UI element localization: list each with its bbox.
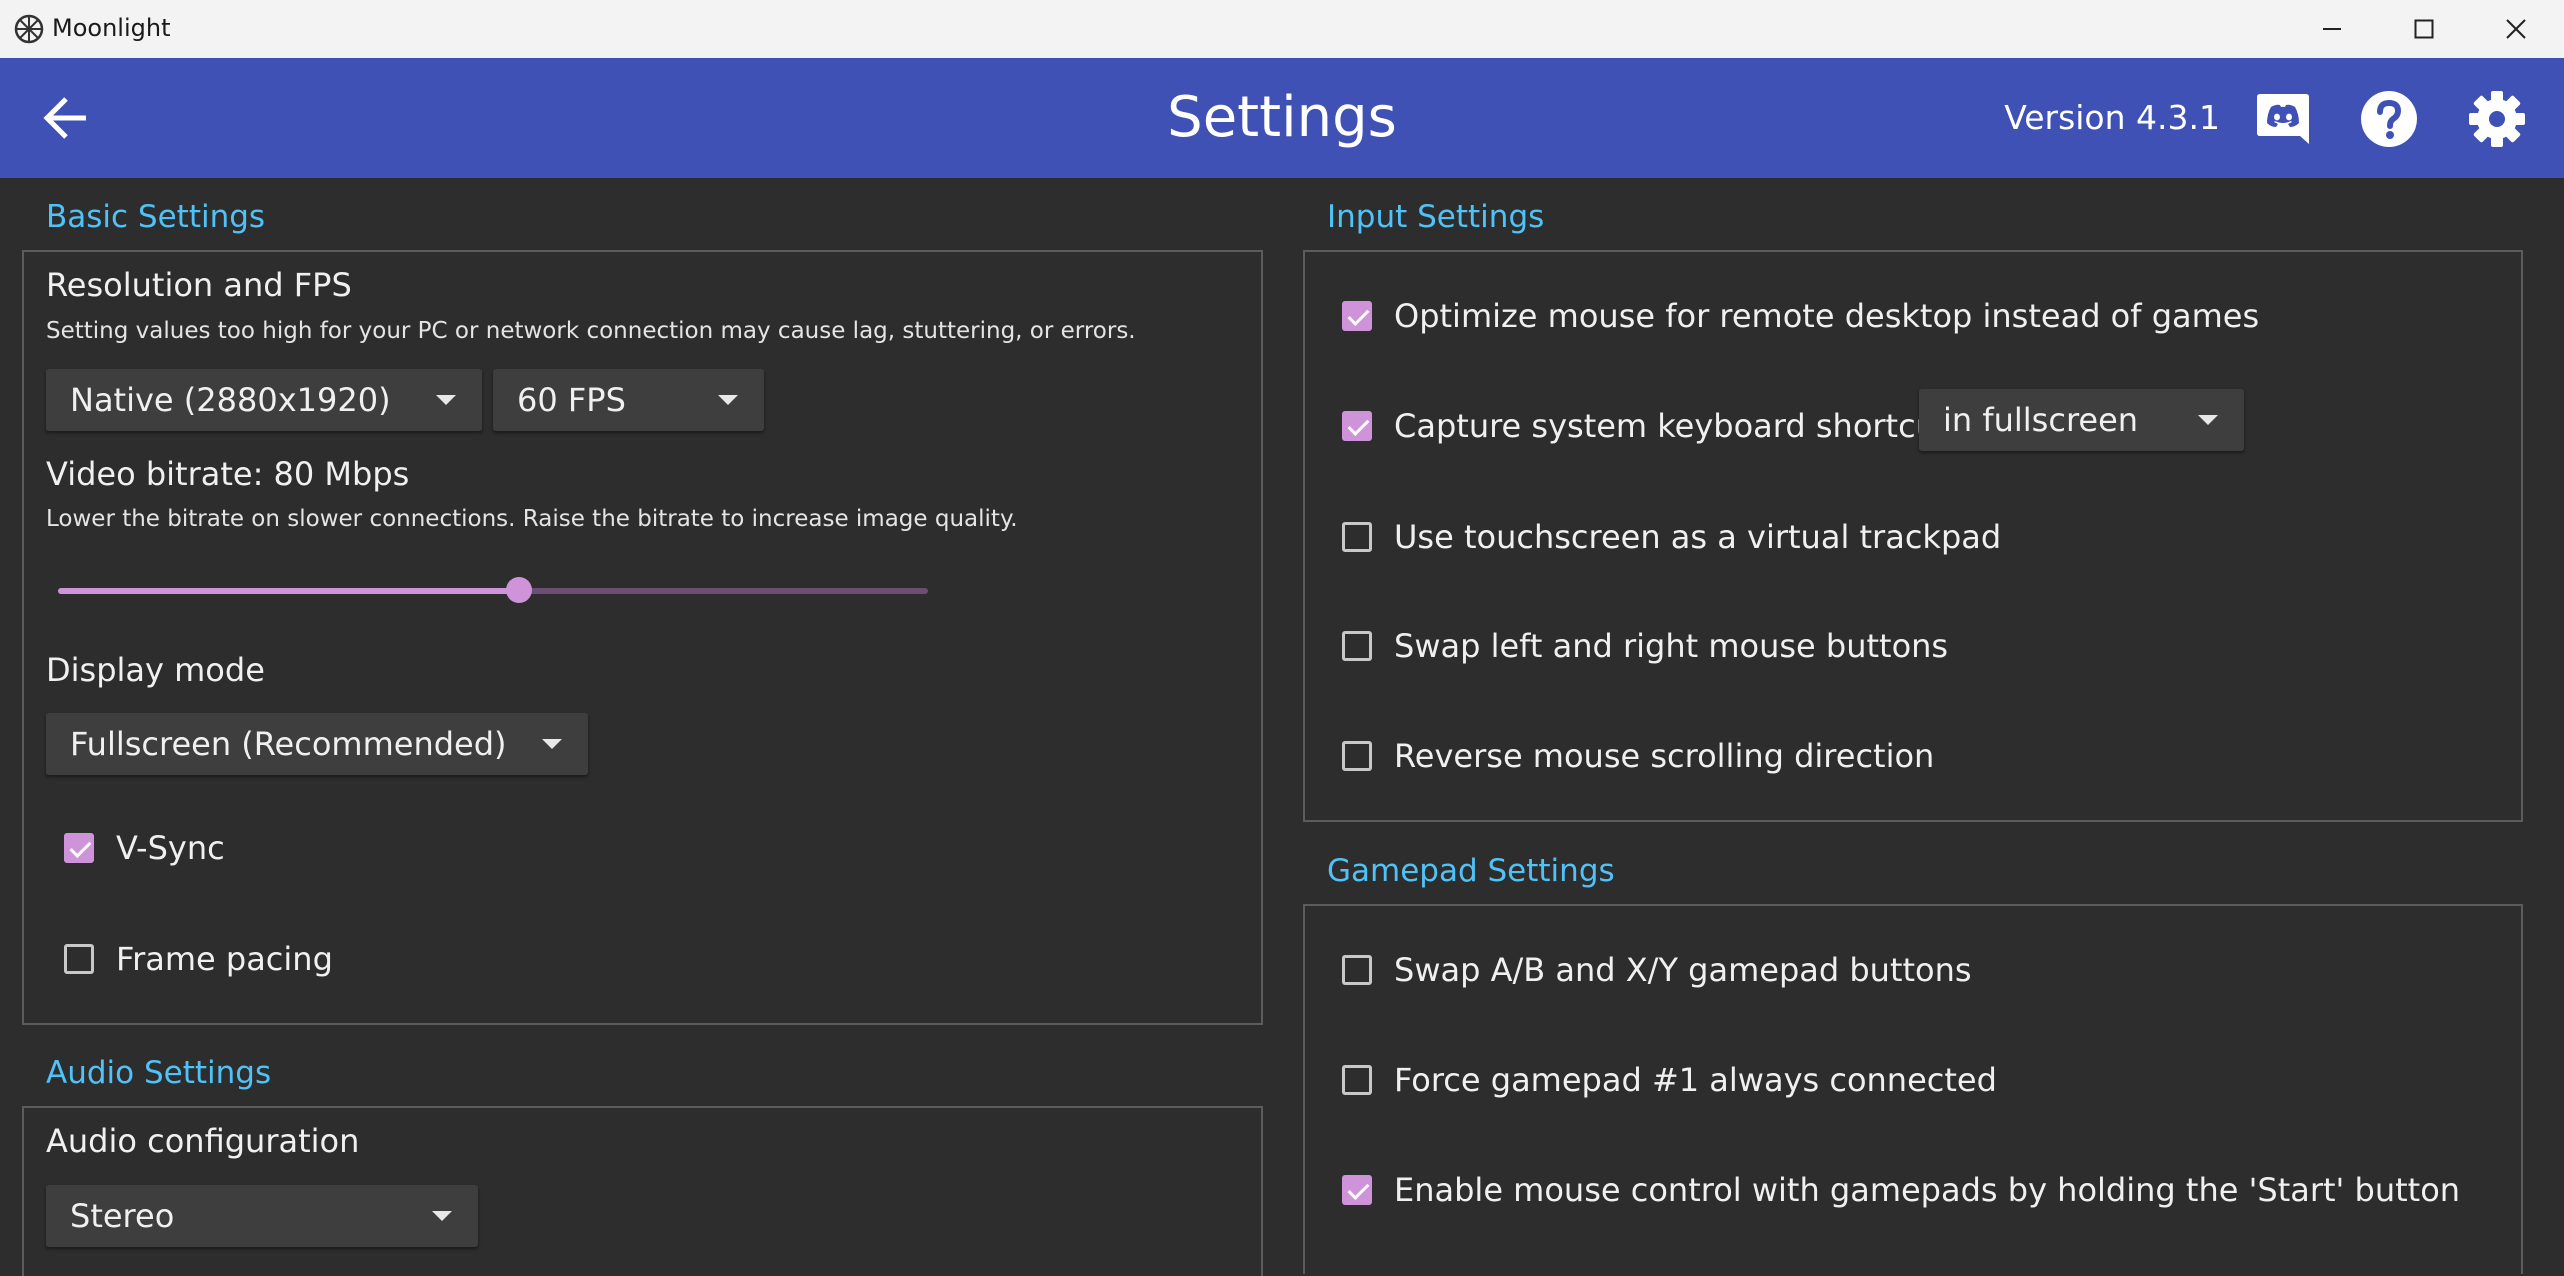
display-mode-label: Display mode	[46, 651, 265, 689]
touchscreen-trackpad-label: Use touchscreen as a virtual trackpad	[1394, 518, 2002, 556]
reverse-scrolling-checkbox[interactable]	[1342, 741, 1372, 771]
optimize-mouse-label: Optimize mouse for remote desktop instea…	[1394, 297, 2260, 335]
swap-mouse-buttons-label: Swap left and right mouse buttons	[1394, 627, 1949, 665]
back-button[interactable]	[28, 88, 104, 148]
bitrate-slider[interactable]	[58, 577, 928, 603]
force-gamepad-option[interactable]: Force gamepad #1 always connected	[1342, 1055, 1997, 1105]
window-title-bar[interactable]: Moonlight	[0, 0, 2564, 58]
chevron-down-icon	[432, 1211, 452, 1221]
close-window-button[interactable]	[2470, 0, 2562, 58]
help-button[interactable]	[2356, 86, 2422, 152]
optimize-mouse-checkbox[interactable]	[1342, 301, 1372, 331]
moonlight-logo-icon	[14, 14, 44, 44]
swap-mouse-buttons-checkbox[interactable]	[1342, 631, 1372, 661]
audio-config-dropdown[interactable]: Stereo	[46, 1185, 478, 1247]
display-mode-value: Fullscreen (Recommended)	[70, 725, 507, 763]
gamepad-settings-title: Gamepad Settings	[1327, 853, 1615, 889]
resolution-value: Native (2880x1920)	[70, 381, 391, 419]
touchscreen-trackpad-checkbox[interactable]	[1342, 522, 1372, 552]
chevron-down-icon	[2198, 415, 2218, 425]
maximize-icon	[2414, 19, 2434, 39]
discord-button[interactable]	[2250, 86, 2316, 152]
frame-pacing-label: Frame pacing	[116, 940, 333, 978]
reverse-scrolling-option[interactable]: Reverse mouse scrolling direction	[1342, 731, 1934, 781]
swap-ab-xy-checkbox[interactable]	[1342, 955, 1372, 985]
settings-gear-button[interactable]	[2464, 86, 2530, 152]
gamepad-mouse-control-label: Enable mouse control with gamepads by ho…	[1394, 1171, 2461, 1209]
audio-settings-title: Audio Settings	[46, 1055, 272, 1091]
minimize-icon	[2323, 28, 2341, 30]
gamepad-mouse-control-checkbox[interactable]	[1342, 1175, 1372, 1205]
window-title: Moonlight	[52, 14, 171, 42]
input-settings-title: Input Settings	[1327, 199, 1545, 235]
audio-config-label: Audio configuration	[46, 1122, 360, 1160]
chevron-down-icon	[718, 395, 738, 405]
swap-mouse-buttons-option[interactable]: Swap left and right mouse buttons	[1342, 621, 1948, 671]
bitrate-label: Video bitrate: 80 Mbps	[46, 455, 410, 493]
force-gamepad-checkbox[interactable]	[1342, 1065, 1372, 1095]
swap-ab-xy-option[interactable]: Swap A/B and X/Y gamepad buttons	[1342, 945, 1972, 995]
bitrate-slider-handle[interactable]	[506, 577, 533, 603]
audio-config-value: Stereo	[70, 1197, 175, 1235]
chevron-down-icon	[542, 739, 562, 749]
reverse-scrolling-label: Reverse mouse scrolling direction	[1394, 737, 1935, 775]
capture-shortcuts-dropdown[interactable]: in fullscreen	[1919, 389, 2244, 451]
gear-icon	[2469, 91, 2525, 147]
resolution-dropdown[interactable]: Native (2880x1920)	[46, 369, 482, 431]
resolution-label: Resolution and FPS	[46, 266, 352, 304]
frame-pacing-checkbox[interactable]	[64, 944, 94, 974]
capture-shortcuts-label: Capture system keyboard shortcuts	[1394, 407, 1966, 445]
basic-settings-title: Basic Settings	[46, 199, 266, 235]
vsync-label: V-Sync	[116, 829, 225, 867]
minimize-button[interactable]	[2286, 0, 2378, 58]
swap-ab-xy-label: Swap A/B and X/Y gamepad buttons	[1394, 951, 1972, 989]
chevron-down-icon	[436, 395, 456, 405]
resolution-hint: Setting values too high for your PC or n…	[46, 318, 1136, 344]
touchscreen-trackpad-option[interactable]: Use touchscreen as a virtual trackpad	[1342, 512, 2001, 562]
maximize-button[interactable]	[2378, 0, 2470, 58]
optimize-mouse-option[interactable]: Optimize mouse for remote desktop instea…	[1342, 291, 2259, 341]
bitrate-hint: Lower the bitrate on slower connections.…	[46, 506, 1018, 532]
vsync-checkbox[interactable]	[64, 833, 94, 863]
help-icon	[2361, 91, 2417, 147]
frame-pacing-option[interactable]: Frame pacing	[64, 934, 333, 984]
bitrate-slider-fill	[58, 588, 520, 594]
gamepad-mouse-control-option[interactable]: Enable mouse control with gamepads by ho…	[1342, 1165, 2460, 1215]
settings-toolbar: Settings Version 4.3.1	[0, 58, 2564, 178]
capture-shortcuts-checkbox[interactable]	[1342, 411, 1372, 441]
fps-dropdown[interactable]: 60 FPS	[493, 369, 764, 431]
version-label: Version 4.3.1	[2004, 98, 2220, 137]
force-gamepad-label: Force gamepad #1 always connected	[1394, 1061, 1997, 1099]
close-icon	[2506, 19, 2526, 39]
display-mode-dropdown[interactable]: Fullscreen (Recommended)	[46, 713, 588, 775]
fps-value: 60 FPS	[517, 381, 626, 419]
vsync-option[interactable]: V-Sync	[64, 823, 225, 873]
basic-settings-panel	[22, 250, 1263, 1025]
back-arrow-icon	[43, 97, 86, 139]
discord-icon	[2257, 94, 2309, 144]
capture-shortcuts-value: in fullscreen	[1943, 401, 2139, 439]
capture-shortcuts-option[interactable]: Capture system keyboard shortcuts	[1342, 401, 1965, 451]
